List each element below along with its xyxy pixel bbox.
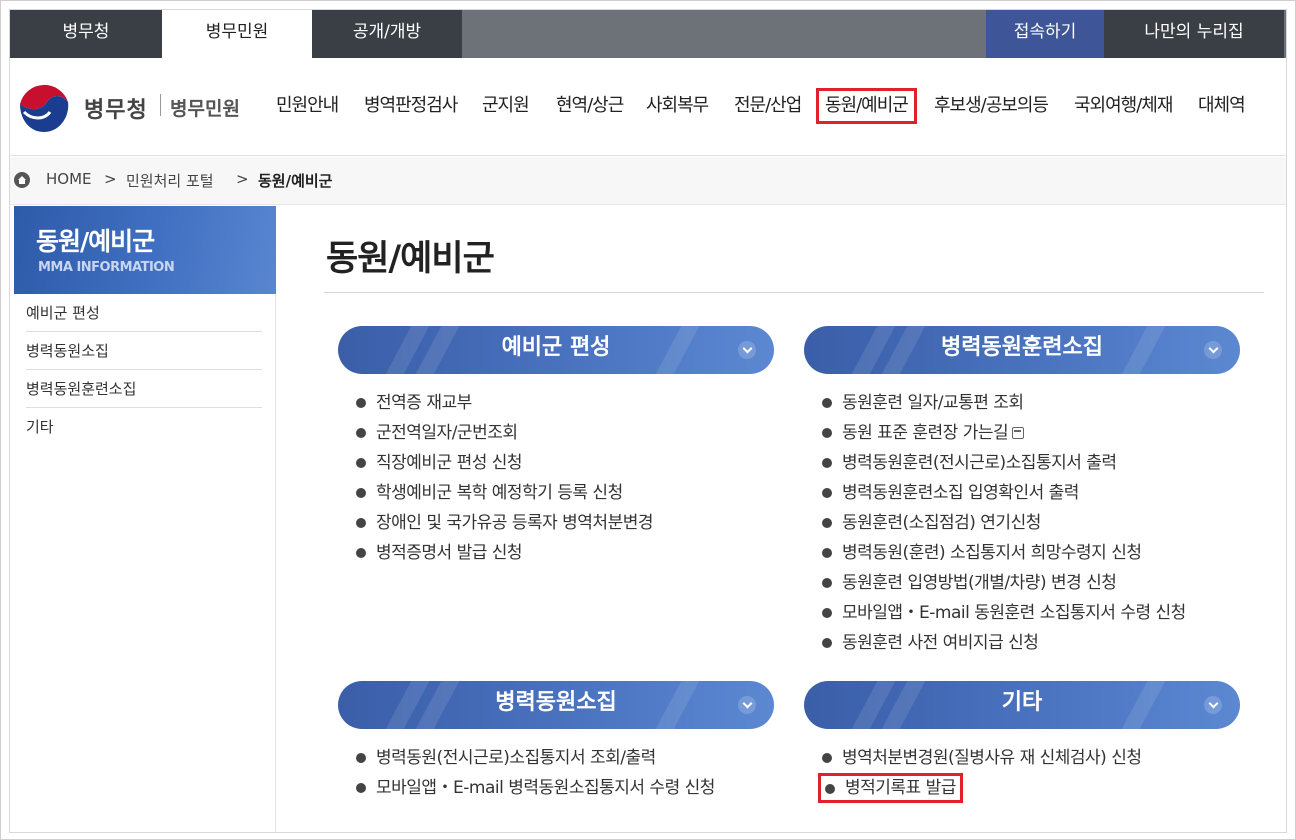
list-item[interactable]: 장애인 및 국가유공 등록자 병역처분변경	[356, 508, 654, 538]
section-list-etc: 병역처분변경원(질병사유 재 신체검사) 신청 병적기록표 발급	[818, 743, 1142, 803]
section-header-mobilization-training[interactable]: 병력동원훈련소집	[804, 326, 1240, 374]
nav-candidates[interactable]: 후보생/공보의등	[934, 92, 1049, 132]
breadcrumb-current: 동원/예비군	[258, 172, 333, 190]
tab-open-disclosure[interactable]: 공개/개방	[312, 10, 462, 58]
window-frame: 병무청 병무민원 공개/개방 접속하기 나만의 누리집 병무청 병무민원 민원안…	[0, 0, 1296, 840]
logo-divider	[160, 94, 161, 116]
bullet-icon	[356, 398, 366, 408]
breadcrumb: HOME > 민원처리 포털 > 동원/예비군	[10, 157, 1286, 205]
highlight-box[interactable]: 병적기록표 발급	[818, 773, 963, 803]
section-header-reserve-formation[interactable]: 예비군 편성	[338, 326, 774, 374]
nav-active-duty[interactable]: 현역/상근	[556, 92, 624, 132]
home-icon[interactable]	[14, 172, 30, 188]
bullet-icon	[822, 608, 832, 618]
list-item[interactable]: 모바일앱・E-mail 동원훈련 소집통지서 수령 신청	[822, 598, 1186, 628]
list-item[interactable]: 학생예비군 복학 예정학기 등록 신청	[356, 478, 653, 508]
bullet-icon	[356, 783, 366, 793]
list-item-highlighted[interactable]: 병적기록표 발급	[818, 773, 1142, 803]
site-header: 병무청 병무민원 민원안내 병역판정검사 군지원 현역/상근 사회복무 전문/산…	[10, 58, 1286, 156]
nav-professional[interactable]: 전문/산업	[734, 92, 802, 132]
nav-mobilization-reserve[interactable]: 동원/예비군	[816, 88, 917, 124]
chevron-down-icon[interactable]	[1204, 341, 1222, 359]
breadcrumb-separator: >	[104, 170, 117, 188]
section-title: 기타	[1001, 690, 1043, 715]
bullet-icon	[825, 784, 835, 794]
sidebar-item-etc[interactable]: 기타	[26, 408, 262, 446]
list-item[interactable]: 병역처분변경원(질병사유 재 신체검사) 신청	[822, 743, 1142, 773]
list-item[interactable]: 동원훈련(소집점검) 연기신청	[822, 508, 1186, 538]
bullet-icon	[822, 753, 832, 763]
bullet-icon	[356, 518, 366, 528]
bullet-icon	[822, 488, 832, 498]
sidebar-item-mobilization-training[interactable]: 병력동원훈련소집	[26, 370, 262, 408]
chevron-down-icon[interactable]	[738, 341, 756, 359]
section-title: 병력동원훈련소집	[941, 335, 1103, 360]
my-nuri-button[interactable]: 나만의 누리집	[1104, 10, 1284, 58]
sidebar-item-mobilization-call[interactable]: 병력동원소집	[26, 332, 262, 370]
bullet-icon	[822, 458, 832, 468]
bullet-icon	[356, 458, 366, 468]
page-title: 동원/예비군	[326, 239, 495, 279]
breadcrumb-home[interactable]: HOME	[46, 170, 92, 188]
chevron-down-icon[interactable]	[1204, 696, 1222, 714]
section-header-mobilization-call[interactable]: 병력동원소집	[338, 681, 774, 729]
taeguk-logo-icon[interactable]	[14, 76, 76, 138]
breadcrumb-separator: >	[236, 170, 249, 188]
title-divider	[324, 292, 1264, 293]
nav-military-exam[interactable]: 병역판정검사	[364, 92, 458, 132]
list-item[interactable]: 동원훈련 일자/교통편 조회	[822, 388, 1186, 418]
sidebar-item-reserve-formation[interactable]: 예비군 편성	[26, 294, 262, 332]
list-item[interactable]: 병력동원훈련(전시근로)소집통지서 출력	[822, 448, 1186, 478]
page: 병무청 병무민원 공개/개방 접속하기 나만의 누리집 병무청 병무민원 민원안…	[9, 9, 1287, 833]
list-item[interactable]: 동원훈련 사전 여비지급 신청	[822, 628, 1186, 658]
list-item[interactable]: 병력동원(전시근로)소집통지서 조회/출력	[356, 743, 715, 773]
list-item[interactable]: 동원훈련 입영방법(개별/차량) 변경 신청	[822, 568, 1186, 598]
list-item[interactable]: 병력동원(훈련) 소집통지서 희망수령지 신청	[822, 538, 1186, 568]
sidebar-header: 동원/예비군 MMA INFORMATION	[14, 206, 276, 294]
tab-mma[interactable]: 병무청	[10, 10, 162, 58]
list-item[interactable]: 직장예비군 편성 신청	[356, 448, 653, 478]
nav-alternative-service[interactable]: 대체역	[1198, 92, 1246, 132]
bullet-icon	[822, 578, 832, 588]
list-item[interactable]: 병적증명서 발급 신청	[356, 538, 653, 568]
list-item[interactable]: 모바일앱・E-mail 병력동원소집통지서 수령 신청	[356, 773, 715, 803]
login-button[interactable]: 접속하기	[986, 10, 1104, 58]
new-window-icon	[1012, 427, 1025, 439]
nav-army-apply[interactable]: 군지원	[482, 92, 530, 132]
nav-overseas-travel[interactable]: 국외여행/체재	[1074, 92, 1173, 132]
nav-civil-guide[interactable]: 민원안내	[276, 92, 339, 132]
bullet-icon	[356, 488, 366, 498]
logo-title[interactable]: 병무청	[84, 92, 148, 124]
section-header-etc[interactable]: 기타	[804, 681, 1240, 729]
logo-subtitle[interactable]: 병무민원	[170, 94, 240, 121]
bullet-icon	[356, 753, 366, 763]
bullet-icon	[822, 398, 832, 408]
sidebar-subtitle: MMA INFORMATION	[38, 260, 175, 275]
section-list-mobilization-call: 병력동원(전시근로)소집통지서 조회/출력 모바일앱・E-mail 병력동원소집…	[356, 743, 715, 803]
tab-civil-service[interactable]: 병무민원	[162, 10, 312, 58]
list-item[interactable]: 병력동원훈련소집 입영확인서 출력	[822, 478, 1186, 508]
sidebar-title: 동원/예비군	[36, 227, 155, 256]
section-list-reserve-formation: 전역증 재교부 군전역일자/군번조회 직장예비군 편성 신청 학생예비군 복학 …	[356, 388, 654, 568]
breadcrumb-portal[interactable]: 민원처리 포털	[126, 170, 214, 191]
list-item[interactable]: 전역증 재교부	[356, 388, 653, 418]
section-title: 병력동원소집	[495, 690, 617, 715]
section-list-mobilization-training: 동원훈련 일자/교통편 조회 동원 표준 훈련장 가는길 병력동원훈련(전시근로…	[822, 388, 1186, 658]
bullet-icon	[356, 428, 366, 438]
nav-social-service[interactable]: 사회복무	[646, 92, 709, 132]
bullet-icon	[822, 518, 832, 528]
bullet-icon	[822, 548, 832, 558]
bullet-icon	[356, 548, 366, 558]
bullet-icon	[822, 428, 832, 438]
section-title: 예비군 편성	[501, 335, 611, 360]
list-item[interactable]: 동원 표준 훈련장 가는길	[822, 418, 1186, 448]
list-item[interactable]: 군전역일자/군번조회	[356, 418, 653, 448]
chevron-down-icon[interactable]	[738, 696, 756, 714]
bullet-icon	[822, 638, 832, 648]
top-utility-bar: 병무청 병무민원 공개/개방 접속하기 나만의 누리집	[10, 10, 1286, 58]
